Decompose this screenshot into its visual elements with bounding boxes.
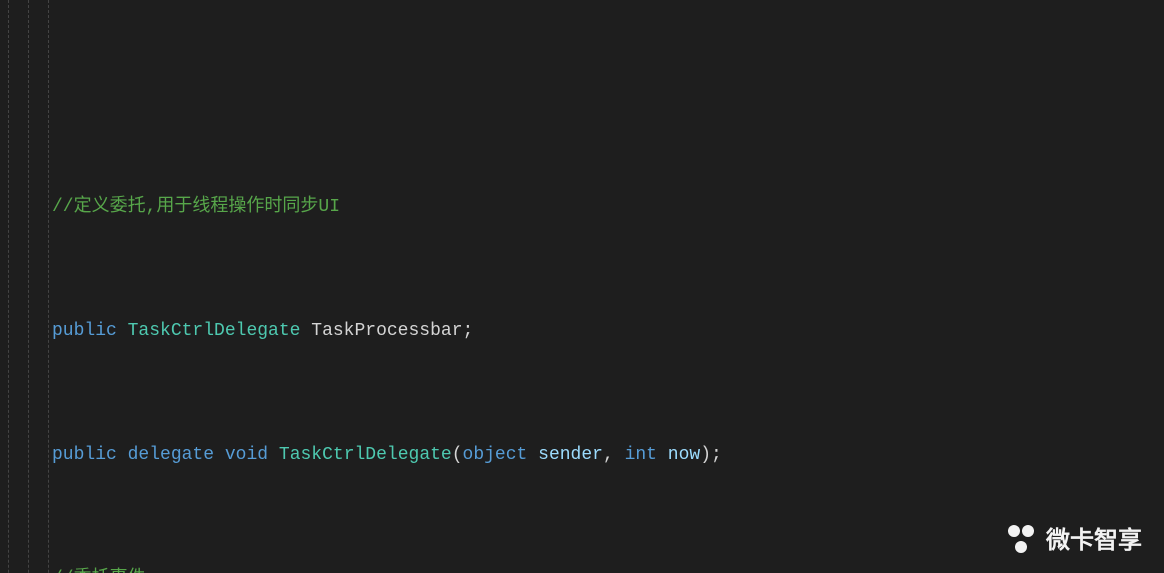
code-line[interactable]: public TaskCtrlDelegate TaskProcessbar;: [0, 316, 1164, 347]
punct: ): [700, 445, 711, 465]
indent-guide: [48, 0, 49, 573]
keyword: int: [625, 445, 657, 465]
punct: ,: [603, 445, 625, 465]
punct: (: [452, 445, 463, 465]
watermark: 微卡智享: [1006, 520, 1142, 555]
keyword: delegate: [128, 445, 214, 465]
code-line[interactable]: //委托事件: [0, 564, 1164, 573]
keyword: public: [52, 445, 117, 465]
wechat-icon: [1006, 523, 1036, 553]
code-editor[interactable]: //定义委托,用于线程操作时同步UI public TaskCtrlDelega…: [0, 0, 1164, 573]
comment-text: //委托事件: [52, 569, 146, 573]
watermark-text: 微卡智享: [1046, 520, 1142, 555]
code-line[interactable]: public delegate void TaskCtrlDelegate(ob…: [0, 440, 1164, 471]
identifier: TaskProcessbar: [311, 321, 462, 341]
punct: ;: [463, 321, 474, 341]
code-line[interactable]: //定义委托,用于线程操作时同步UI: [0, 192, 1164, 223]
indent-guide: [28, 0, 29, 573]
indent-guide: [8, 0, 9, 573]
comment-text: //定义委托,用于线程操作时同步UI: [52, 197, 340, 217]
type-name: TaskCtrlDelegate: [128, 321, 301, 341]
keyword: void: [225, 445, 268, 465]
punct: ;: [711, 445, 722, 465]
keyword: object: [463, 445, 528, 465]
parameter: now: [668, 445, 700, 465]
type-name: TaskCtrlDelegate: [279, 445, 452, 465]
keyword: public: [52, 321, 117, 341]
parameter: sender: [538, 445, 603, 465]
